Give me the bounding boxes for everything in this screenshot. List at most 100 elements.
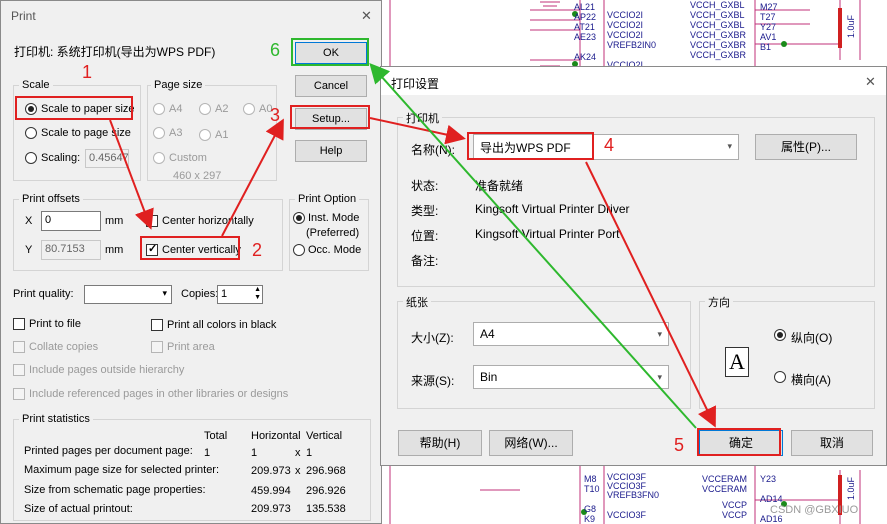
stats-group-label: Print statistics <box>19 413 93 425</box>
x-unit: mm <box>105 215 124 227</box>
stats-cell: 1 <box>251 447 258 459</box>
ref-libraries-checkbox[interactable] <box>13 388 25 400</box>
a1-label: A1 <box>215 129 229 141</box>
print-to-file-label: Print to file <box>29 318 81 330</box>
paper-source-value: Bin <box>480 370 498 384</box>
a2-radio[interactable] <box>199 103 211 115</box>
setup-cancel-button[interactable]: 取消 <box>791 430 873 456</box>
portrait-label: 纵向(O) <box>791 331 833 345</box>
stats-cell: 459.994 <box>251 485 291 497</box>
setup-dialog-title: 打印设置 <box>391 77 440 91</box>
y-offset-input[interactable]: 80.7153 <box>41 240 101 260</box>
a4-radio[interactable] <box>153 103 165 115</box>
custom-radio[interactable] <box>153 152 165 164</box>
setup-dialog: 打印设置 ✕ 打印机 名称(N): 导出为WPS PDF ▾ 属性(P)... 状… <box>380 66 887 466</box>
highlight-confirm <box>697 428 781 456</box>
chevron-down-icon: ▾ <box>657 329 662 339</box>
preferred-label: (Preferred) <box>306 227 360 239</box>
print-area-checkbox[interactable] <box>151 341 163 353</box>
scale-group-label: Scale <box>19 79 53 91</box>
copies-input[interactable]: 1 ▲ ▼ <box>217 285 263 304</box>
landscape-label: 横向(A) <box>791 373 831 387</box>
highlight-setup <box>290 105 370 129</box>
sch-label: AK24 <box>574 52 597 62</box>
name-label: 名称(N): <box>411 143 455 157</box>
scale-to-page-radio[interactable] <box>25 127 37 139</box>
paper-group <box>397 301 691 409</box>
print-quality-select[interactable]: ▾ <box>84 285 172 304</box>
step-number: 5 <box>674 435 685 455</box>
y-label: Y <box>25 244 33 256</box>
print-to-file-checkbox[interactable] <box>13 318 25 330</box>
status-label: 状态: <box>411 179 439 193</box>
paper-size-select[interactable]: A4 ▾ <box>473 322 669 346</box>
source-label: 来源(S): <box>411 374 455 388</box>
sch-label: M8 <box>584 474 597 484</box>
sch-label: VCCH_GXBR <box>690 50 747 60</box>
scale-to-page-label: Scale to page size <box>41 127 131 139</box>
sch-label: AP22 <box>574 12 597 22</box>
sch-label: VCCIO2I <box>607 30 644 40</box>
all-black-checkbox[interactable] <box>151 319 163 331</box>
stats-header: Total <box>204 430 228 442</box>
collate-checkbox[interactable] <box>13 341 25 353</box>
stats-header: Vertical <box>306 430 343 442</box>
print-dialog: Print ✕ 打印机: 系统打印机(导出为WPS PDF) Scale Sca… <box>0 0 382 524</box>
status-value: 准备就绪 <box>475 179 524 193</box>
a3-label: A3 <box>169 127 183 139</box>
close-icon[interactable]: ✕ <box>361 8 372 24</box>
y-unit: mm <box>105 244 124 256</box>
a3-radio[interactable] <box>153 127 165 139</box>
sch-label: Y27 <box>760 22 777 32</box>
sch-label: AD14 <box>760 494 783 504</box>
properties-button[interactable]: 属性(P)... <box>755 134 857 160</box>
sch-label: VCCERAM <box>702 484 748 494</box>
landscape-radio[interactable] <box>774 371 786 383</box>
scaling-radio[interactable] <box>25 152 37 164</box>
step-number: 1 <box>82 62 93 82</box>
paper-source-select[interactable]: Bin ▾ <box>473 365 669 389</box>
type-value: Kingsoft Virtual Printer Driver <box>475 202 630 216</box>
page-size-group <box>147 85 277 181</box>
a1-radio[interactable] <box>199 129 211 141</box>
network-button[interactable]: 网络(W)... <box>489 430 573 456</box>
watermark: CSDN @GBXIUO <box>770 504 859 516</box>
ref-libraries-label: Include referenced pages in other librar… <box>29 388 289 400</box>
printer-group-label: 打印机 <box>403 110 442 126</box>
sch-label: Y23 <box>760 474 777 484</box>
close-icon[interactable]: ✕ <box>865 74 876 90</box>
sch-label: M27 <box>760 2 778 12</box>
stats-row-label: Size from schematic page properties: <box>24 484 206 496</box>
stats-cell: 209.973 <box>251 465 291 477</box>
help-button[interactable]: 帮助(H) <box>398 430 482 456</box>
inst-mode-radio[interactable] <box>293 212 305 224</box>
sch-label: VREFB3FN0 <box>607 490 660 500</box>
stats-cell: x <box>295 465 301 477</box>
sch-label: 1.0uF <box>846 476 856 500</box>
x-offset-input[interactable]: 0 <box>41 211 101 231</box>
outside-hierarchy-checkbox[interactable] <box>13 364 25 376</box>
portrait-radio[interactable] <box>774 329 786 341</box>
help-button[interactable]: Help <box>295 140 367 162</box>
size-label: 大小(Z): <box>411 331 454 345</box>
comment-label: 备注: <box>411 254 439 268</box>
highlight-ok <box>291 38 369 66</box>
center-horizontally-checkbox[interactable] <box>146 215 158 227</box>
stats-row-label: Size of actual printout: <box>24 503 133 515</box>
stats-cell: 1 <box>306 447 313 459</box>
cancel-button[interactable]: Cancel <box>295 75 367 97</box>
a0-radio[interactable] <box>243 103 255 115</box>
scaling-input[interactable]: 0.45647 <box>85 149 129 168</box>
paper-size-value: A4 <box>480 327 495 341</box>
type-label: 类型: <box>411 204 439 218</box>
stats-cell: 135.538 <box>306 503 346 515</box>
occ-mode-radio[interactable] <box>293 244 305 256</box>
spinner-icon[interactable]: ▲ ▼ <box>254 286 261 302</box>
print-option-label: Print Option <box>295 193 360 205</box>
sch-label: VCCH_GXBL <box>690 0 745 10</box>
highlight-scale-to-paper <box>15 96 133 120</box>
chevron-down-icon: ▾ <box>657 372 662 382</box>
where-value: Kingsoft Virtual Printer Port <box>475 227 620 241</box>
print-quality-label: Print quality: <box>13 288 74 300</box>
stats-header: Horizontal <box>251 430 301 442</box>
